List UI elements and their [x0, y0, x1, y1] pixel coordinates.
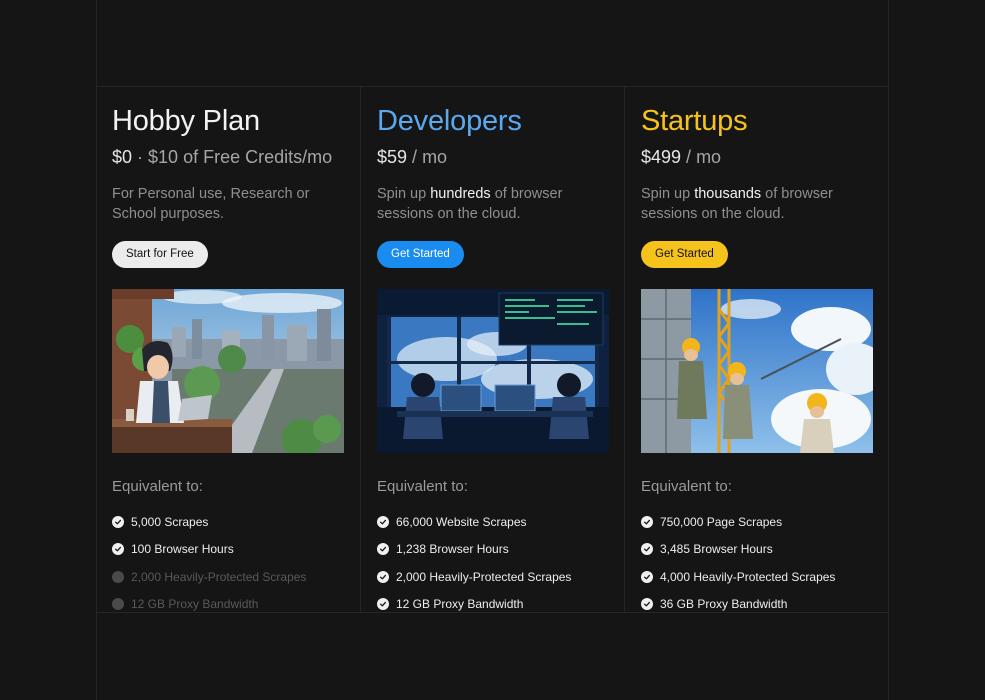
feature-label: 5,000 Scrapes — [131, 514, 209, 529]
check-circle-icon — [641, 515, 653, 528]
feature-label: 2,000 Heavily-Protected Scrapes — [131, 569, 307, 584]
feature-label: 2,000 Heavily-Protected Scrapes — [396, 569, 572, 584]
price-separator: / — [407, 147, 423, 167]
price-separator: / — [681, 147, 697, 167]
feature-item: 100 Browser Hours — [112, 536, 344, 564]
feature-label: 4,000 Heavily-Protected Scrapes — [660, 569, 836, 584]
equivalent-label: Equivalent to: — [112, 478, 203, 495]
plan-description: For Personal use, Research or School pur… — [112, 184, 344, 224]
feature-label: 36 GB Proxy Bandwidth — [660, 597, 788, 612]
plan-price: $0 · $10 of Free Credits/mo — [112, 145, 344, 169]
start-for-free-button[interactable]: Start for Free — [112, 241, 208, 268]
disabled-circle-icon — [112, 598, 124, 611]
feature-item-disabled: 12 GB Proxy Bandwidth — [112, 591, 344, 619]
anime-boy-laptop-city-illustration — [112, 289, 344, 453]
feature-item: 12 GB Proxy Bandwidth — [377, 591, 608, 619]
plan-description: Spin up hundreds of browser sessions on … — [377, 184, 609, 224]
disabled-circle-icon — [112, 570, 124, 583]
price-amount: $499 — [641, 147, 682, 167]
feature-item: 1,238 Browser Hours — [377, 536, 608, 564]
plan-card-hobby: Hobby Plan $0 · $10 of Free Credits/mo F… — [96, 86, 360, 613]
feature-list: 750,000 Page Scrapes 3,485 Browser Hours… — [641, 508, 872, 618]
plan-title: Developers — [377, 105, 522, 137]
price-detail: mo — [422, 147, 448, 167]
equivalent-label: Equivalent to: — [377, 478, 468, 495]
price-separator: · — [132, 147, 149, 167]
feature-item: 750,000 Page Scrapes — [641, 508, 872, 536]
feature-item-disabled: 2,000 Heavily-Protected Scrapes — [112, 563, 344, 591]
description-text: Spin up — [641, 186, 695, 202]
check-circle-icon — [641, 598, 653, 611]
check-circle-icon — [641, 570, 653, 583]
price-detail: $10 of Free Credits/mo — [148, 147, 333, 167]
check-circle-icon — [641, 543, 653, 556]
feature-item: 4,000 Heavily-Protected Scrapes — [641, 563, 872, 591]
check-circle-icon — [112, 543, 124, 556]
feature-item: 2,000 Heavily-Protected Scrapes — [377, 563, 608, 591]
price-amount: $59 — [377, 147, 408, 167]
feature-label: 66,000 Website Scrapes — [396, 514, 527, 529]
plan-card-startups: Startups $499 / mo Spin up thousands of … — [624, 86, 888, 613]
plan-price: $499 / mo — [641, 145, 872, 169]
construction-workers-sky-illustration — [641, 289, 873, 453]
feature-list: 66,000 Website Scrapes 1,238 Browser Hou… — [377, 508, 608, 618]
description-text: Spin up — [377, 186, 431, 202]
feature-label: 750,000 Page Scrapes — [660, 514, 783, 529]
feature-label: 3,485 Browser Hours — [660, 542, 773, 557]
plan-price: $59 / mo — [377, 145, 608, 169]
description-highlight: hundreds — [430, 186, 491, 202]
check-circle-icon — [377, 598, 389, 611]
feature-item: 66,000 Website Scrapes — [377, 508, 608, 536]
check-circle-icon — [377, 515, 389, 528]
feature-label: 12 GB Proxy Bandwidth — [131, 597, 259, 612]
price-detail: mo — [696, 147, 722, 167]
get-started-button[interactable]: Get Started — [641, 241, 728, 268]
feature-label: 100 Browser Hours — [131, 542, 234, 557]
feature-label: 12 GB Proxy Bandwidth — [396, 597, 524, 612]
plan-card-developers: Developers $59 / mo Spin up hundreds of … — [360, 86, 624, 613]
feature-item: 5,000 Scrapes — [112, 508, 344, 536]
feature-list: 5,000 Scrapes 100 Browser Hours 2,000 He… — [112, 508, 344, 618]
price-amount: $0 — [112, 147, 133, 167]
developers-at-monitors-illustration — [377, 289, 609, 453]
plan-description: Spin up thousands of browser sessions on… — [641, 184, 873, 224]
plan-title: Hobby Plan — [112, 105, 260, 137]
get-started-button[interactable]: Get Started — [377, 241, 464, 268]
description-highlight: thousands — [694, 186, 762, 202]
feature-item: 3,485 Browser Hours — [641, 536, 872, 564]
description-text: For Personal use, Research or School pur… — [112, 186, 310, 222]
feature-label: 1,238 Browser Hours — [396, 542, 509, 557]
pricing-grid: Hobby Plan $0 · $10 of Free Credits/mo F… — [96, 86, 889, 613]
plan-title: Startups — [641, 105, 748, 137]
feature-item: 36 GB Proxy Bandwidth — [641, 591, 872, 619]
check-circle-icon — [112, 515, 124, 528]
equivalent-label: Equivalent to: — [641, 478, 732, 495]
check-circle-icon — [377, 543, 389, 556]
check-circle-icon — [377, 570, 389, 583]
